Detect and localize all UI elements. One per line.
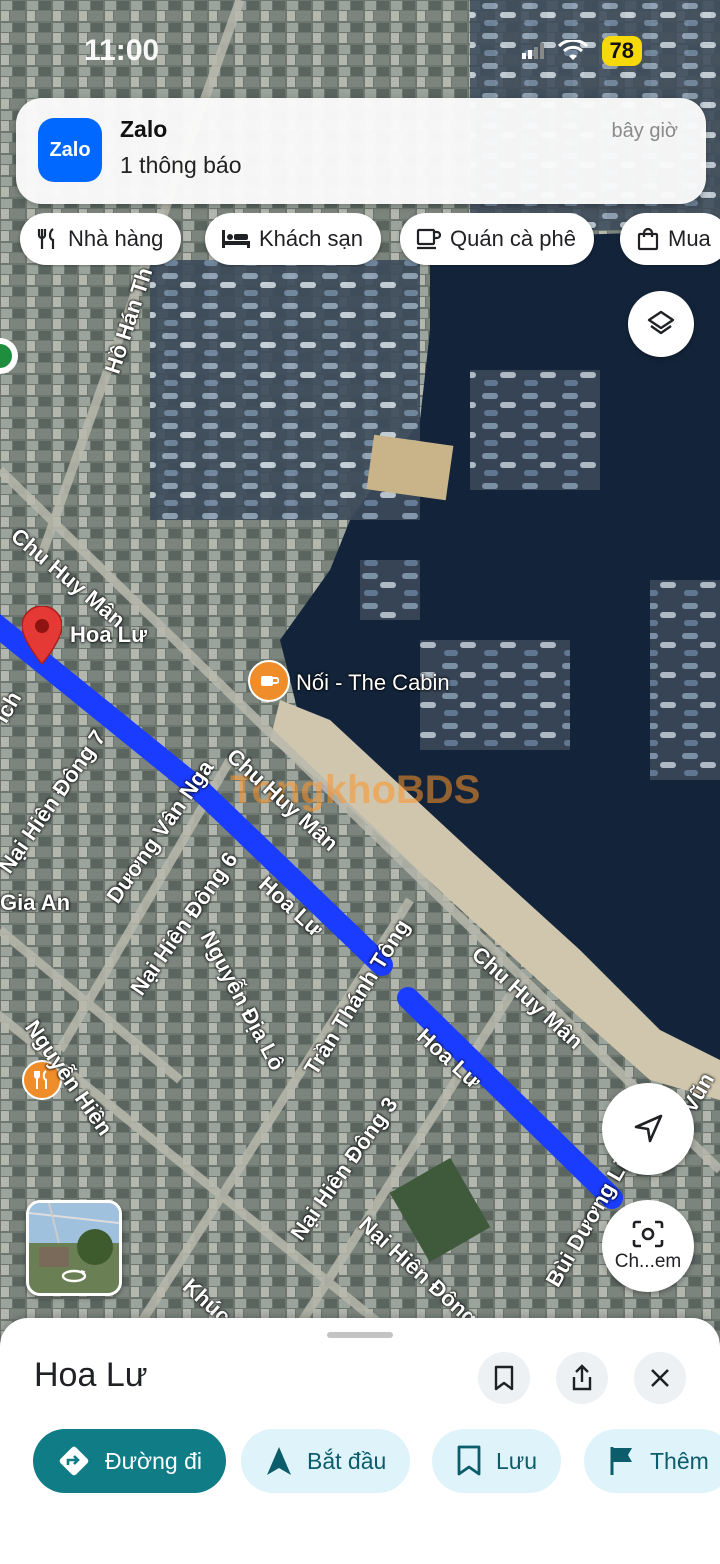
- status-time: 11:00: [84, 34, 160, 67]
- my-location-button[interactable]: [602, 1083, 694, 1175]
- share-icon: [572, 1364, 592, 1391]
- battery-badge: 78: [601, 36, 642, 66]
- category-chips: Nhà hàng Khách sạn Quán cà phê Mua: [0, 213, 720, 267]
- rotate-360-icon: [61, 1269, 87, 1283]
- chip-label: Nhà hàng: [68, 226, 164, 251]
- share-button[interactable]: [556, 1352, 608, 1404]
- action-label: Bắt đầu: [307, 1447, 387, 1474]
- navigation-arrow-icon: [634, 1114, 663, 1143]
- action-label: Đường đi: [105, 1447, 202, 1474]
- close-icon: [651, 1369, 669, 1387]
- navigation-arrow-icon: [267, 1447, 291, 1475]
- directions-icon: [59, 1446, 89, 1476]
- layers-icon: [647, 310, 675, 335]
- signal-icon: [521, 43, 544, 59]
- action-label: Thêm: [650, 1447, 709, 1474]
- close-button[interactable]: [634, 1352, 686, 1404]
- camera-lens-icon: [632, 1220, 664, 1248]
- shopping-bag-icon: [637, 227, 659, 251]
- start-button[interactable]: Bắt đầu: [241, 1429, 411, 1493]
- chip-label: Quán cà phê: [450, 226, 576, 251]
- notification-banner[interactable]: Zalo Zalo 1 thông báo bây giờ: [16, 98, 706, 204]
- drag-handle[interactable]: [327, 1332, 393, 1338]
- add-label-button[interactable]: Thêm: [584, 1429, 720, 1493]
- action-label: Lưu: [496, 1447, 537, 1474]
- save-button[interactable]: Lưu: [432, 1429, 561, 1493]
- lens-button[interactable]: Ch...em: [602, 1200, 694, 1292]
- chip-restaurants[interactable]: Nhà hàng: [20, 213, 182, 265]
- lens-label: Ch...em: [614, 1251, 682, 1272]
- chip-shopping[interactable]: Mua: [620, 213, 720, 265]
- wifi-icon: [557, 40, 588, 60]
- save-place-button[interactable]: [478, 1352, 530, 1404]
- bookmark-icon: [457, 1445, 481, 1476]
- street-view-thumbnail[interactable]: [26, 1200, 122, 1296]
- chip-label: Mua: [668, 226, 711, 251]
- layers-button[interactable]: [628, 291, 694, 357]
- chip-label: Khách sạn: [259, 226, 363, 251]
- place-sheet: Hoa Lư Đường đi Bắt đầu Lưu Thêm: [0, 1318, 720, 1564]
- action-buttons: Đường đi Bắt đầu Lưu Thêm: [0, 1429, 720, 1495]
- coffee-icon: [416, 228, 442, 250]
- notification-app-name: Zalo: [120, 116, 168, 142]
- location-pin-icon[interactable]: [21, 605, 63, 669]
- status-bar: 11:00 78: [0, 0, 720, 100]
- chip-hotels[interactable]: Khách sạn: [205, 213, 381, 265]
- street-label: Gia An: [0, 890, 71, 915]
- bed-icon: [222, 230, 250, 248]
- place-title: Hoa Lư: [34, 1356, 148, 1394]
- directions-button[interactable]: Đường đi: [33, 1429, 226, 1493]
- flag-icon: [610, 1447, 632, 1475]
- bookmark-icon: [494, 1365, 514, 1391]
- zalo-logo-text: Zalo: [49, 138, 91, 161]
- notification-time: bây giờ: [611, 120, 678, 142]
- cafe-poi-icon[interactable]: [248, 660, 290, 702]
- poi-label[interactable]: Nối - The Cabin: [296, 670, 450, 696]
- chip-coffee[interactable]: Quán cà phê: [400, 213, 594, 265]
- fork-knife-icon: [37, 228, 55, 249]
- notification-body: 1 thông báo: [120, 152, 242, 178]
- status-indicators: 78: [521, 36, 642, 66]
- zalo-app-icon: Zalo: [38, 118, 102, 182]
